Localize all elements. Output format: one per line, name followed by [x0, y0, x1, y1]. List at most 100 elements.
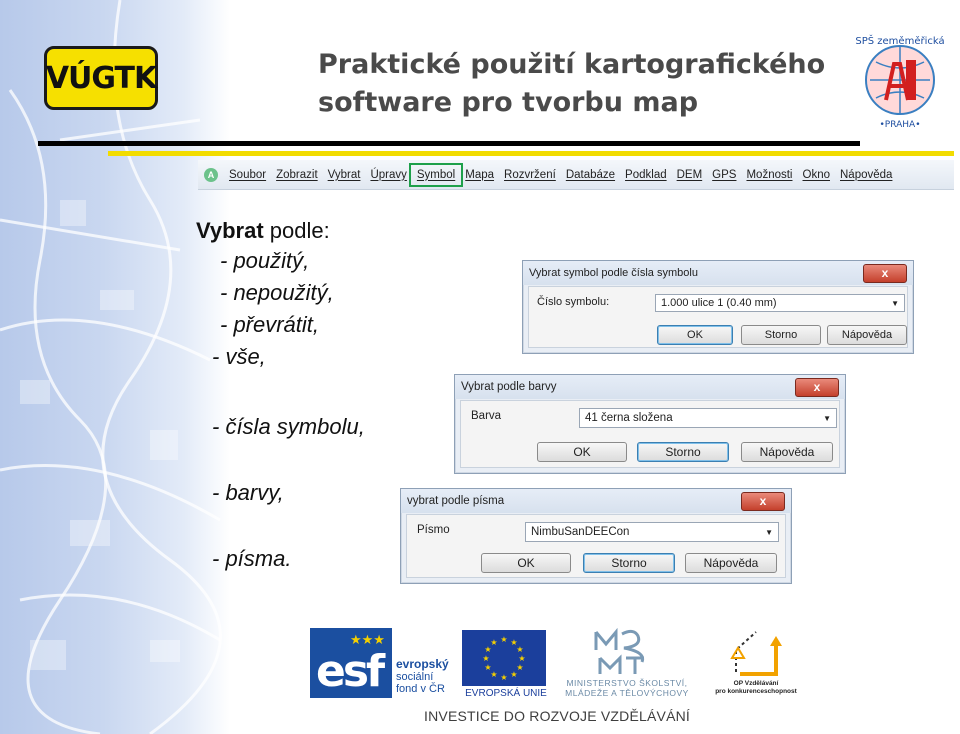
menu-item-rozvrzeni[interactable]: Rozvržení [499, 166, 561, 184]
dialog-select-by-color: Vybrat podle barvy x Barva 41 černa slož… [454, 374, 846, 474]
dialog-title: vybrat podle písma [407, 495, 505, 507]
help-button[interactable]: Nápověda [741, 442, 833, 462]
option-color: - barvy, [212, 480, 284, 506]
dialog-title: Vybrat podle barvy [461, 381, 557, 393]
chevron-down-icon: ▼ [891, 298, 899, 308]
symbol-number-label: Číslo symbolu: [537, 296, 610, 308]
menu-item-soubor[interactable]: Soubor [224, 166, 271, 184]
school-logo-bottom-text: •PRAHA• [879, 120, 920, 130]
close-button[interactable]: x [863, 263, 907, 283]
options-heading: Vybrat podle: [196, 218, 330, 244]
vugtk-logo-text: VÚGTK [45, 60, 157, 96]
help-button[interactable]: Nápověda [827, 325, 907, 345]
close-button[interactable]: x [795, 377, 839, 397]
app-icon: A [204, 167, 218, 182]
title-line-2: software pro tvorbu map [318, 87, 699, 118]
menu-item-symbol[interactable]: Symbol [408, 162, 464, 187]
eu-stars-icon: ★ ★★ ★★★ ★★★ ★★★ [482, 635, 525, 682]
svg-text:★: ★ [484, 663, 491, 672]
option-unused-text: - nepoužitý, [220, 280, 334, 305]
school-logo-top-text: SPŠ zeměměřická [855, 34, 944, 47]
esf-logo-text: esf [316, 646, 385, 697]
option-font-text: - písma. [212, 546, 292, 571]
font-value: NimbuSanDEECon [531, 526, 630, 538]
symbol-number-select[interactable]: 1.000 ulice 1 (0.40 mm) ▼ [655, 294, 905, 312]
footer-logos: esf ★★★ evropský sociální fond v ČR ★ ★ ★ … [310, 628, 810, 703]
ok-button[interactable]: OK [537, 442, 627, 462]
esf-line-3: fond v ČR [396, 683, 445, 695]
option-unused: - nepoužitý, [220, 280, 334, 306]
menu-item-gps[interactable]: GPS [707, 166, 741, 184]
font-select[interactable]: NimbuSanDEECon ▼ [525, 522, 779, 542]
font-label: Písmo [417, 524, 450, 536]
msmt-logo [594, 628, 645, 674]
symbol-number-value: 1.000 ulice 1 (0.40 mm) [661, 297, 777, 309]
svg-text:★: ★ [516, 645, 523, 654]
title-line-1: Praktické použití kartografického [318, 49, 826, 80]
option-all: - vše, [212, 344, 266, 370]
option-symbol-number-text: - čísla symbolu, [212, 414, 365, 439]
color-select[interactable]: 41 černa složena ▼ [579, 408, 837, 428]
dialog-body: Písmo NimbuSanDEECon ▼ OK Storno Nápověd… [406, 514, 786, 578]
msmt-text: MINISTERSTVO ŠKOLSTVÍ, MLÁDEŽE A TĚLOVÝC… [552, 678, 702, 698]
svg-text:★: ★ [518, 654, 525, 663]
menu-bar: A Soubor Zobrazit Vybrat Úpravy Symbol M… [198, 160, 954, 190]
dialog-body: Číslo symbolu: 1.000 ulice 1 (0.40 mm) ▼… [528, 286, 908, 348]
esf-text: evropský sociální fond v ČR [396, 658, 449, 695]
option-invert-text: - převrátit, [220, 312, 320, 337]
cancel-button[interactable]: Storno [741, 325, 821, 345]
page-title: Praktické použití kartografického softwa… [318, 46, 858, 122]
school-logo: SPŠ zeměměřická •PRAHA• [855, 34, 944, 130]
svg-text:★: ★ [482, 654, 489, 663]
map-background [0, 0, 230, 734]
msmt-line-1: MINISTERSTVO ŠKOLSTVÍ, [566, 678, 688, 688]
op-text: OP Vzdělávání pro konkurenceschopnost [706, 680, 806, 696]
eu-flag: ★ ★ ★ ★ ★ ★ ★ ★ ★ ★ ★ ★ [462, 630, 546, 686]
esf-line-2: sociální [396, 671, 434, 683]
svg-text:★: ★ [500, 635, 507, 644]
op-line-2: pro konkurenceschopnost [715, 688, 797, 695]
dialog-titlebar: vybrat podle písma x [401, 489, 791, 513]
menu-item-dem[interactable]: DEM [672, 166, 708, 184]
option-symbol-number: - čísla symbolu, [212, 414, 365, 440]
menu-item-mapa[interactable]: Mapa [460, 166, 499, 184]
menu-item-napoveda[interactable]: Nápověda [835, 166, 897, 184]
investment-slogan: INVESTICE DO ROZVOJE VZDĚLÁVÁNÍ [424, 708, 691, 724]
cancel-button[interactable]: Storno [637, 442, 729, 462]
svg-text:★: ★ [510, 670, 517, 679]
svg-text:★: ★ [500, 673, 507, 682]
color-value: 41 černa složena [585, 412, 673, 424]
menu-item-databaze[interactable]: Databáze [561, 166, 620, 184]
header-rule-yellow [108, 151, 954, 156]
help-button[interactable]: Nápověda [685, 553, 777, 573]
ok-button[interactable]: OK [481, 553, 571, 573]
menu-item-zobrazit[interactable]: Zobrazit [271, 166, 323, 184]
esf-logo: esf ★★★ [310, 628, 392, 698]
dialog-select-by-font: vybrat podle písma x Písmo NimbuSanDEECo… [400, 488, 792, 584]
menu-item-vybrat[interactable]: Vybrat [323, 166, 366, 184]
option-invert: - převrátit, [220, 312, 319, 338]
option-used: - použitý, [220, 248, 309, 274]
esf-line-1: evropský [396, 657, 449, 671]
star-icon: ★★★ [350, 632, 385, 647]
menu-item-podklad[interactable]: Podklad [620, 166, 672, 184]
close-button[interactable]: x [741, 491, 785, 511]
chevron-down-icon: ▼ [823, 413, 831, 423]
menu-item-moznosti[interactable]: Možnosti [741, 166, 797, 184]
msmt-line-2: MLÁDEŽE A TĚLOVÝCHOVY [565, 688, 689, 698]
menu-item-okno[interactable]: Okno [798, 166, 836, 184]
dialog-titlebar: Vybrat podle barvy x [455, 375, 845, 399]
op-line-1: OP Vzdělávání [733, 680, 779, 687]
dialog-titlebar: Vybrat symbol podle čísla symbolu x [523, 261, 913, 285]
svg-text:★★★: ★★★ [350, 632, 385, 647]
cancel-button[interactable]: Storno [583, 553, 675, 573]
color-label: Barva [471, 410, 502, 422]
menu-item-upravy[interactable]: Úpravy [365, 166, 411, 184]
chevron-down-icon: ▼ [765, 527, 773, 537]
eu-text: EVROPSKÁ UNIE [465, 688, 547, 699]
ok-button[interactable]: OK [657, 325, 733, 345]
option-used-text: - použitý, [220, 248, 310, 273]
option-all-text: - vše, [212, 344, 266, 369]
option-color-text: - barvy, [212, 480, 284, 505]
dialog-title: Vybrat symbol podle čísla symbolu [529, 267, 698, 279]
